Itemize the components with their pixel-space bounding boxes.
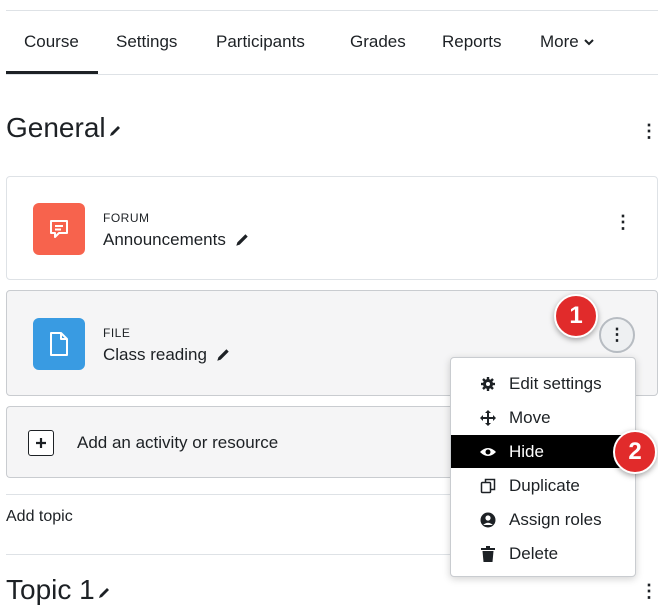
activity-menu-button[interactable]: ⋮: [599, 317, 635, 353]
activity-menu-icon[interactable]: ⋮: [614, 213, 632, 231]
pencil-icon[interactable]: [97, 586, 111, 600]
step-badge-1: 1: [554, 294, 598, 338]
menu-item-delete[interactable]: Delete: [451, 537, 635, 570]
activity-name-row: Class reading: [103, 345, 231, 365]
gear-icon: [477, 376, 499, 392]
tab-participants[interactable]: Participants: [216, 32, 305, 52]
section-topic1-heading: Topic 1: [6, 574, 111, 606]
chevron-down-icon: [584, 39, 594, 46]
move-icon: [477, 409, 499, 426]
tabs-divider: [6, 74, 658, 75]
divider: [6, 554, 450, 555]
plus-icon: [28, 430, 54, 456]
activity-action-menu: Edit settings Move Hide Duplicate Assign…: [450, 357, 636, 577]
activity-name-class-reading[interactable]: Class reading: [103, 345, 207, 365]
pencil-icon[interactable]: [234, 232, 250, 248]
trash-icon: [477, 545, 499, 562]
tab-reports[interactable]: Reports: [442, 32, 502, 52]
menu-item-assign-roles[interactable]: Assign roles: [451, 503, 635, 536]
section-general-menu-icon[interactable]: ⋮: [640, 122, 658, 140]
section-general-title: General: [6, 112, 106, 143]
section-general-heading: General: [6, 112, 122, 144]
top-divider: [6, 10, 658, 11]
tab-settings[interactable]: Settings: [116, 32, 177, 52]
activity-name-announcements[interactable]: Announcements: [103, 230, 226, 250]
menu-item-label: Assign roles: [509, 509, 602, 529]
menu-item-duplicate[interactable]: Duplicate: [451, 469, 635, 502]
add-activity-button[interactable]: Add an activity or resource: [6, 406, 456, 478]
menu-item-label: Edit settings: [509, 373, 602, 393]
menu-item-label: Move: [509, 407, 551, 427]
user-icon: [477, 512, 499, 528]
divider: [6, 494, 450, 495]
step-badge-2: 2: [613, 430, 657, 474]
activity-type-label: FORUM: [103, 211, 150, 225]
menu-item-edit-settings[interactable]: Edit settings: [451, 367, 635, 400]
menu-item-label: Delete: [509, 543, 559, 563]
forum-icon: [33, 203, 85, 255]
menu-item-label: Hide: [509, 441, 544, 461]
activity-name-row: Announcements: [103, 230, 250, 250]
kebab-icon: ⋮: [608, 325, 626, 344]
duplicate-icon: [477, 478, 499, 494]
section-topic1-menu-icon[interactable]: ⋮: [640, 582, 658, 600]
file-icon: [33, 318, 85, 370]
menu-item-label: Duplicate: [509, 475, 580, 495]
tab-more[interactable]: More: [540, 32, 594, 52]
tab-course[interactable]: Course: [24, 32, 79, 52]
section-topic1-title: Topic 1: [6, 574, 95, 605]
eye-icon: [477, 446, 499, 458]
tab-grades[interactable]: Grades: [350, 32, 406, 52]
activity-card-forum: FORUM Announcements ⋮: [6, 176, 658, 280]
activity-type-label: FILE: [103, 326, 131, 340]
add-topic-link[interactable]: Add topic: [6, 508, 73, 526]
pencil-icon[interactable]: [215, 347, 231, 363]
pencil-icon[interactable]: [108, 124, 122, 138]
add-activity-label: Add an activity or resource: [77, 433, 279, 452]
menu-item-move[interactable]: Move: [451, 401, 635, 434]
tab-more-label: More: [540, 32, 579, 51]
menu-item-hide[interactable]: Hide: [451, 435, 635, 468]
